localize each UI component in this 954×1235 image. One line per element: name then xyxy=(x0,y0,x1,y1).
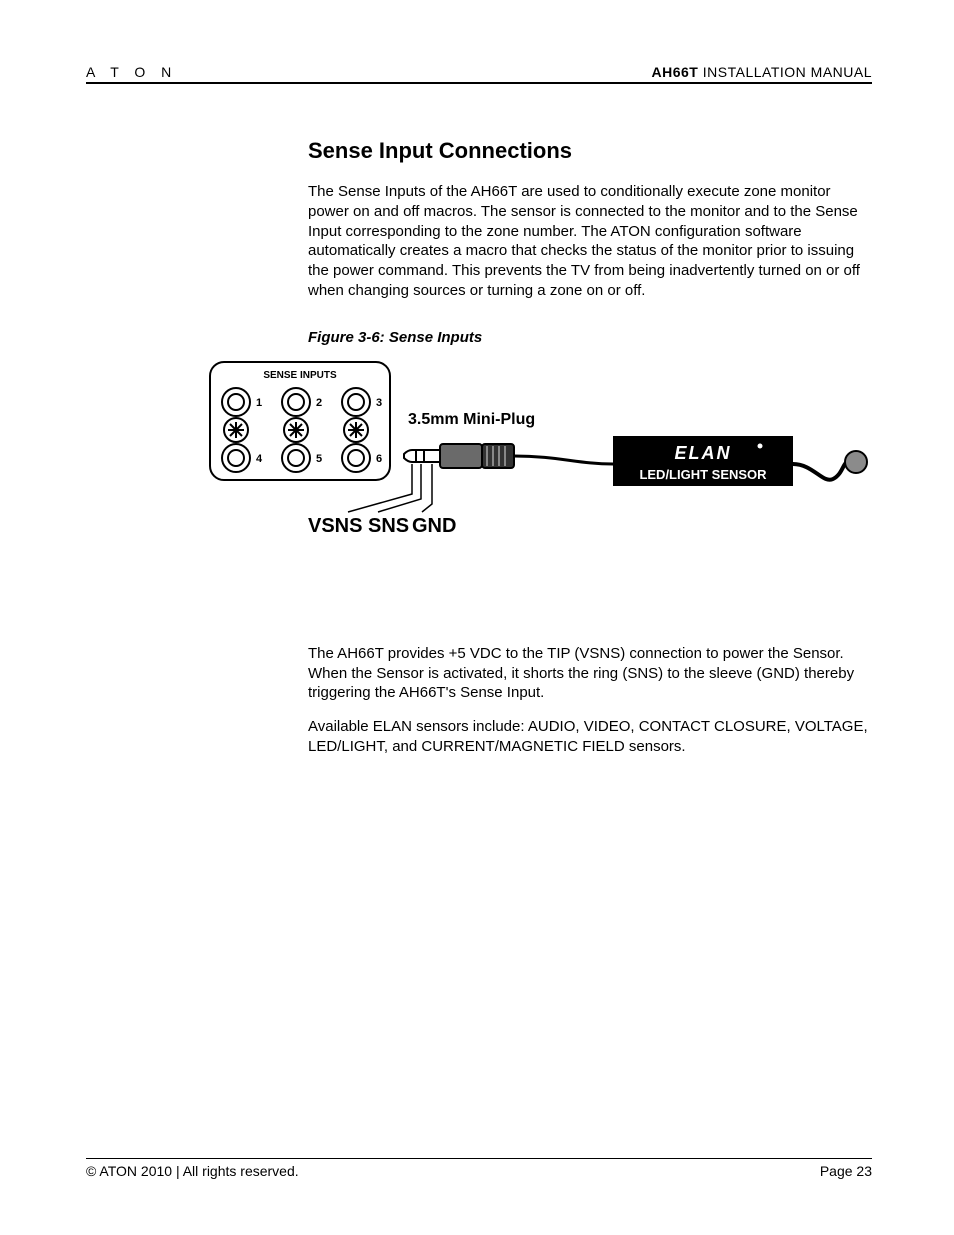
header-brand: A T O N xyxy=(86,64,177,80)
content-column: Sense Input Connections The Sense Inputs… xyxy=(308,138,868,346)
header-doc: AH66T INSTALLATION MANUAL xyxy=(652,64,872,80)
pin-label-sns: SNS xyxy=(368,515,409,537)
svg-text:6: 6 xyxy=(376,453,382,465)
figure: SENSE INPUTS 1 2 3 xyxy=(208,354,888,564)
page: A T O N AH66T INSTALLATION MANUAL Sense … xyxy=(86,64,872,1164)
paragraph-vdc: The AH66T provides +5 VDC to the TIP (VS… xyxy=(308,644,868,703)
page-header: A T O N AH66T INSTALLATION MANUAL xyxy=(86,64,872,84)
jack-decor-2 xyxy=(284,418,308,442)
paragraph-sensors: Available ELAN sensors include: AUDIO, V… xyxy=(308,717,868,757)
plug-label: 3.5mm Mini-Plug xyxy=(408,411,535,428)
paragraph-intro: The Sense Inputs of the AH66T are used t… xyxy=(308,182,868,301)
jack-decor-1 xyxy=(224,418,248,442)
pin-label-vsns: VSNS xyxy=(308,515,362,537)
sensor-head-icon xyxy=(845,451,867,473)
figure-caption: Figure 3-6: Sense Inputs xyxy=(308,329,868,346)
svg-text:ELAN: ELAN xyxy=(675,443,732,463)
footer-page-number: Page 23 xyxy=(820,1163,872,1179)
jack-decor-3 xyxy=(344,418,368,442)
svg-text:1: 1 xyxy=(256,397,262,409)
svg-text:LED/LIGHT SENSOR: LED/LIGHT SENSOR xyxy=(639,467,767,482)
header-doc-code: AH66T xyxy=(652,64,699,80)
svg-text:4: 4 xyxy=(256,453,263,465)
panel-label: SENSE INPUTS xyxy=(263,370,337,381)
section-title: Sense Input Connections xyxy=(308,138,868,164)
sense-inputs-diagram: SENSE INPUTS 1 2 3 xyxy=(208,354,888,564)
svg-text:2: 2 xyxy=(316,397,322,409)
header-doc-title: INSTALLATION MANUAL xyxy=(698,64,872,80)
footer-copyright: © ATON 2010 | All rights reserved. xyxy=(86,1163,299,1179)
page-footer: © ATON 2010 | All rights reserved. Page … xyxy=(86,1158,872,1179)
svg-text:5: 5 xyxy=(316,453,322,465)
cable-left xyxy=(514,456,613,464)
pin-label-gnd: GND xyxy=(412,515,456,537)
content-column-lower: The AH66T provides +5 VDC to the TIP (VS… xyxy=(308,644,868,757)
svg-text:3: 3 xyxy=(376,397,382,409)
elan-sensor-icon: ELAN LED/LIGHT SENSOR xyxy=(613,436,793,486)
cable-right xyxy=(793,462,848,480)
